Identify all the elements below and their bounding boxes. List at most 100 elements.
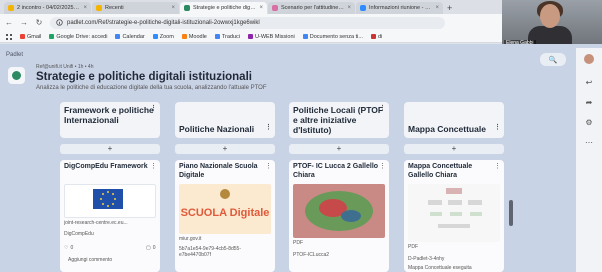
browser-tab[interactable]: Recenti × (92, 2, 179, 14)
post-card[interactable]: Mappa Concettuale Gallello Chiara ⋮ PDF … (404, 160, 504, 272)
bookmark-google-drive[interactable]: Google Drive: accedi (49, 34, 107, 40)
post-meta: 5b7a1e54-9e79-4cb5-8d55-e7be4470b07f (179, 246, 241, 258)
page-subtitle: Analizza le politiche di educazione digi… (36, 85, 267, 91)
bookmark-moodle[interactable]: Moodle (181, 34, 207, 40)
post-title: Piano Nazionale Scuola Digitale (179, 163, 258, 179)
post-meta: PTOF-ICLucca2 (293, 252, 330, 258)
heart-icon: ♡ (64, 245, 69, 251)
tab-title: Recenti (105, 5, 124, 11)
tab-favicon-icon (360, 5, 366, 11)
post-meta: D-Padlet-3-4nhy (408, 256, 445, 262)
address-bar[interactable]: padlet.com/Ref/strategie-e-politiche-dig… (50, 16, 445, 29)
tab-title: Strategie e politiche digitali ist (193, 5, 256, 11)
post-caption: Mappa Concettuale eseguita (408, 265, 472, 271)
tab-favicon-icon (184, 5, 190, 11)
avatar[interactable] (584, 54, 594, 64)
bookmark-documento[interactable]: Documento senza ti... (302, 34, 363, 40)
post-title: Mappa Concettuale Gallello Chiara (408, 163, 473, 179)
browser-tab[interactable]: Informazioni riunione - Zoom × (356, 2, 443, 14)
close-icon[interactable]: × (259, 5, 263, 11)
close-icon[interactable]: × (83, 5, 87, 11)
reaction-icon[interactable]: ↩ (584, 78, 594, 88)
column-title: Mappa Concettuale (408, 124, 486, 134)
person-face (540, 4, 560, 28)
more-options-icon[interactable]: ⋮ (150, 162, 157, 170)
column-header[interactable]: Politiche Nazionali ⋮ (175, 102, 275, 138)
post-card[interactable]: DigCompEdu Framework ⋮ joint-research-ce… (60, 160, 160, 272)
apps-grid-icon[interactable] (6, 33, 12, 40)
like-button[interactable]: ♡ 0 (64, 245, 73, 251)
back-icon[interactable]: ← (5, 18, 13, 27)
bookmark-label: Gmail (27, 33, 42, 40)
search-button[interactable]: 🔍 (540, 53, 566, 66)
docs-icon (302, 34, 308, 39)
bookmark-uweb[interactable]: U-WEB Missioni (248, 34, 295, 40)
post-title: PTOF- IC Lucca 2 Gallello Chiara (293, 163, 379, 179)
concept-map-illustration (428, 188, 482, 228)
translate-icon (214, 34, 220, 39)
more-options-icon[interactable]: ⋮ (494, 162, 501, 170)
settings-icon[interactable]: ⚙ (584, 118, 594, 128)
comment-button[interactable]: ▢ 0 (146, 245, 156, 251)
link-caption: joint-research-centre.ec.eu... (64, 220, 128, 226)
add-post-button[interactable]: + (404, 144, 504, 154)
bookmark-icon (370, 34, 376, 39)
column-mappa: Mappa Concettuale ⋮ + Mappa Concettuale G… (404, 102, 504, 272)
bookmark-di[interactable]: di (370, 34, 382, 40)
browser-tab-active[interactable]: Strategie e politiche digitali ist× (180, 2, 267, 14)
pdf-preview-image (408, 184, 500, 242)
bookmark-traduci[interactable]: Traduci (214, 34, 240, 40)
scuola-digitale-logo: SCUOLA Digitale (181, 189, 269, 219)
calendar-icon (115, 34, 121, 39)
board-author: Ref@unifi.it Unifi • 1h • 4h (36, 64, 94, 70)
post-card[interactable]: PTOF- IC Lucca 2 Gallello Chiara ⋮ PDF P… (289, 160, 389, 272)
add-comment-field[interactable]: Aggiungi commento (68, 257, 112, 263)
more-options-icon[interactable]: ⋮ (265, 123, 272, 133)
bookmark-label: Calendar (122, 33, 145, 40)
more-options-icon[interactable]: ⋮ (379, 104, 386, 114)
post-card[interactable]: Piano Nazionale Scuola Digitale ⋮ SCUOLA… (175, 160, 275, 272)
close-icon[interactable]: × (171, 5, 175, 11)
add-post-button[interactable]: + (175, 144, 275, 154)
bookmark-label: U-WEB Missioni (255, 33, 295, 40)
column-header[interactable]: Politiche Locali (PTOF e altre iniziativ… (289, 102, 389, 138)
close-icon[interactable]: × (435, 5, 439, 11)
link-preview-image: SCUOLA Digitale (179, 184, 271, 234)
padlet-logo-icon[interactable] (8, 67, 25, 84)
more-options-icon[interactable]: ⋮ (379, 162, 386, 170)
bookmark-zoom[interactable]: Zoom (152, 34, 174, 40)
site-info-icon[interactable] (56, 19, 63, 26)
side-rail: ↩ ➦ ⚙ ⋯ (576, 48, 602, 272)
video-thumbnail[interactable]: Elena Gabbi (502, 0, 602, 48)
more-options-icon[interactable]: ⋮ (494, 123, 501, 133)
pdf-badge: PDF (293, 240, 303, 246)
add-post-button[interactable]: + (289, 144, 389, 154)
column-header[interactable]: Framework e politiche Internazionali ⋮ (60, 102, 160, 138)
column-title: Politiche Locali (PTOF e altre iniziativ… (293, 105, 384, 135)
forward-icon[interactable]: → (20, 18, 28, 27)
link-caption: miur.gov.it (179, 236, 202, 242)
gmail-icon (20, 34, 25, 39)
share-icon[interactable]: ➦ (584, 98, 594, 108)
column-title: Framework e politiche Internazionali (64, 105, 154, 125)
column-header[interactable]: Mappa Concettuale ⋮ (404, 102, 504, 138)
tab-title: Scenario per l'attitudine ad aut (281, 5, 344, 11)
browser-tab[interactable]: Scenario per l'attitudine ad aut× (268, 2, 355, 14)
browser-tab[interactable]: 2 incontro - 04/02/2025 - Goo× (4, 2, 91, 14)
reload-icon[interactable]: ↻ (35, 18, 43, 27)
app-label: Padlet (6, 52, 24, 58)
tab-title: Informazioni riunione - Zoom (369, 5, 433, 11)
bookmark-calendar[interactable]: Calendar (115, 33, 145, 40)
comment-icon: ▢ (146, 245, 151, 251)
scrollbar[interactable] (509, 200, 513, 226)
bookmark-gmail[interactable]: Gmail (20, 34, 41, 40)
add-post-button[interactable]: + (60, 144, 160, 154)
more-icon[interactable]: ⋯ (584, 138, 594, 148)
more-options-icon[interactable]: ⋮ (150, 104, 157, 114)
pdf-preview-image (293, 184, 385, 238)
close-icon[interactable]: × (347, 5, 351, 11)
new-tab-button[interactable]: + (447, 2, 452, 14)
uweb-icon (248, 34, 254, 39)
tab-favicon-icon (8, 5, 14, 11)
more-options-icon[interactable]: ⋮ (265, 162, 272, 170)
